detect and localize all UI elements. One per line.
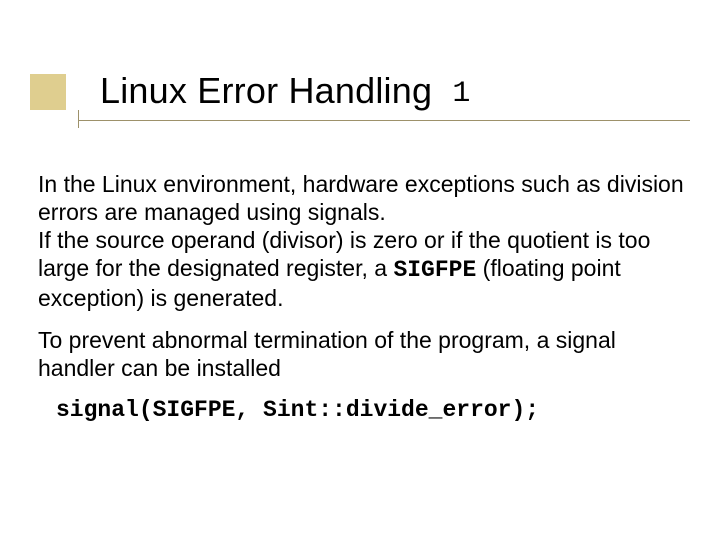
slide-title-main: Linux Error Handling [100,70,432,111]
paragraph-1: In the Linux environment, hardware excep… [38,170,686,312]
paragraph-1a: In the Linux environment, hardware excep… [38,171,684,225]
inline-code-sigfpe: SIGFPE [393,257,476,283]
slide-body: In the Linux environment, hardware excep… [38,170,686,424]
slide-title-number: 1 [452,77,470,111]
paragraph-2: To prevent abnormal termination of the p… [38,326,686,382]
slide: Linux Error Handling 1 In the Linux envi… [0,0,720,540]
title-block: Linux Error Handling 1 [30,70,471,112]
slide-title: Linux Error Handling 1 [100,70,471,112]
title-rule [78,120,690,121]
accent-square [30,74,66,110]
code-line-signal: signal(SIGFPE, Sint::divide_error); [56,396,686,424]
title-rule-tick [78,110,79,128]
